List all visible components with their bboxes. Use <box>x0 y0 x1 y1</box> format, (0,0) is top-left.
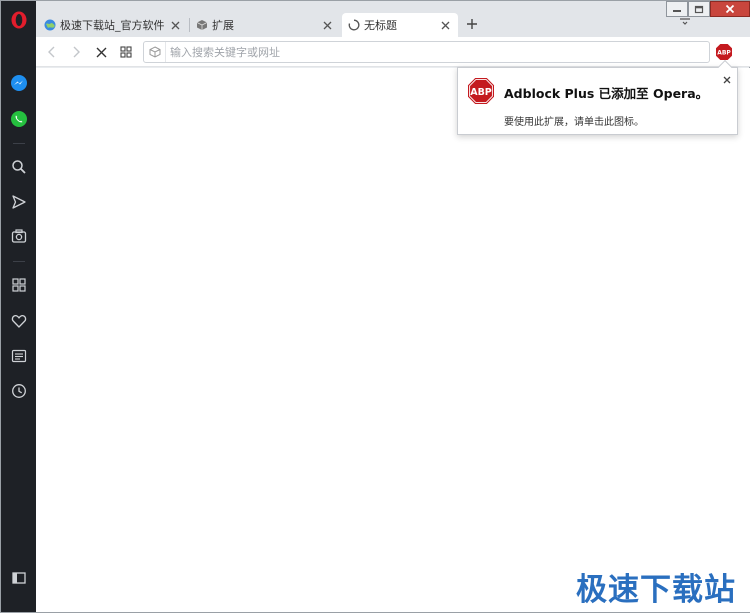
maximize-button[interactable] <box>688 1 710 17</box>
abp-logo-label: ABP <box>470 87 492 98</box>
sidebar-messenger-button[interactable] <box>8 72 30 94</box>
sidebar-toggle-button[interactable] <box>8 567 30 589</box>
forward-button[interactable] <box>67 43 85 61</box>
cube-icon <box>149 46 160 58</box>
tab-close-button[interactable] <box>168 18 182 32</box>
plus-icon <box>467 19 477 29</box>
camera-icon <box>11 229 27 243</box>
adblock-plus-icon: ABP <box>716 44 732 60</box>
popup-title: Adblock Plus 已添加至 Opera。 <box>504 86 709 101</box>
tab-title: 扩展 <box>212 19 234 32</box>
sidebar-panel-icon <box>12 572 26 584</box>
clock-icon <box>12 384 26 398</box>
cube-icon <box>196 20 208 30</box>
sidebar-whatsapp-button[interactable] <box>8 108 30 130</box>
close-icon <box>725 4 735 14</box>
heart-icon <box>11 314 27 328</box>
stop-icon <box>96 47 106 57</box>
extension-added-popup: ABP Adblock Plus 已添加至 Opera。 要使用此扩展，请单击此… <box>457 59 738 135</box>
minimize-icon <box>673 10 681 12</box>
sidebar-send-button[interactable] <box>8 191 30 213</box>
chevron-right-icon <box>73 46 80 58</box>
tab-close-button[interactable] <box>438 18 452 32</box>
loading-spinner-icon <box>348 19 360 31</box>
close-icon <box>171 21 179 29</box>
page-content <box>36 68 750 612</box>
address-bar <box>143 41 710 63</box>
stop-loading-button[interactable] <box>92 43 110 61</box>
close-icon <box>323 21 331 29</box>
chevron-left-icon <box>48 46 55 58</box>
popup-message: 要使用此扩展，请单击此图标。 <box>504 117 644 128</box>
address-input[interactable] <box>166 42 709 62</box>
news-icon <box>11 349 27 363</box>
close-window-button[interactable] <box>710 1 750 17</box>
adblock-plus-toolbar-button[interactable]: ABP <box>715 43 733 61</box>
minimize-button[interactable] <box>666 1 688 17</box>
tab-jisuxiazai[interactable]: 极速下载站_官方软件下载 <box>38 13 188 37</box>
whatsapp-icon <box>11 111 27 127</box>
adblock-plus-logo-icon: ABP <box>468 78 494 104</box>
restore-icon <box>694 5 704 13</box>
search-icon <box>12 160 26 174</box>
tab-title: 无标题 <box>364 19 397 32</box>
send-arrow-icon <box>12 195 26 209</box>
sidebar-divider <box>13 261 25 262</box>
opera-menu-button[interactable] <box>8 9 30 31</box>
messenger-icon <box>11 75 27 91</box>
close-icon <box>441 21 449 29</box>
grid-icon <box>120 46 132 58</box>
globe-icon <box>44 19 56 31</box>
sidebar-bookmarks-button[interactable] <box>8 310 30 332</box>
new-tab-button[interactable] <box>463 15 481 33</box>
tab-title: 极速下载站_官方软件下载 <box>60 19 164 32</box>
navigation-toolbar: ABP <box>36 37 750 67</box>
sidebar-speed-dial-button[interactable] <box>8 274 30 296</box>
tab-untitled[interactable]: 无标题 <box>342 13 458 37</box>
sidebar-snapshot-button[interactable] <box>8 225 30 247</box>
sidebar-divider <box>13 143 25 144</box>
browser-window: 极速下载站_官方软件下载 扩展 无标题 <box>0 0 750 613</box>
tab-strip: 极速下载站_官方软件下载 扩展 无标题 <box>36 1 750 37</box>
abp-toolbar-label: ABP <box>717 50 731 57</box>
watermark-logo: 极速下载站 <box>576 572 736 608</box>
grid-icon <box>12 278 26 292</box>
site-info-button[interactable] <box>144 42 166 62</box>
sidebar <box>1 1 36 612</box>
tab-close-button[interactable] <box>320 18 334 32</box>
opera-logo-icon <box>11 11 27 29</box>
sidebar-search-button[interactable] <box>8 156 30 178</box>
speed-dial-button[interactable] <box>117 43 135 61</box>
popup-close-button[interactable] <box>721 74 733 86</box>
close-icon <box>723 76 731 84</box>
sidebar-news-button[interactable] <box>8 345 30 367</box>
tab-extensions[interactable]: 扩展 <box>190 13 340 37</box>
back-button[interactable] <box>43 43 61 61</box>
sidebar-history-button[interactable] <box>8 380 30 402</box>
